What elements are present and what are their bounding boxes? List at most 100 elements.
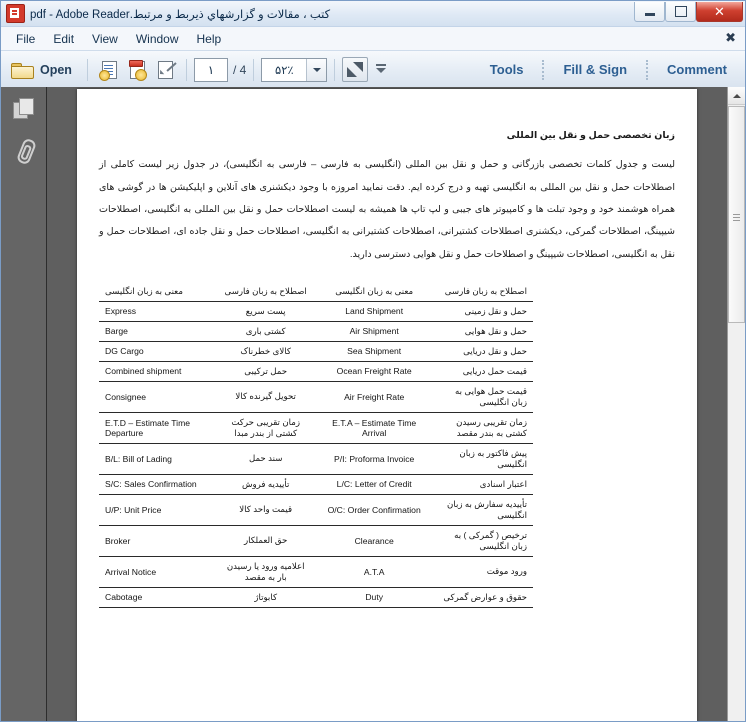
- table-row: ترخیص ( گمرکی ) به زبان انگلیسی Clearance…: [99, 524, 533, 557]
- cell-en-meaning-1: Combined shipment: [99, 360, 216, 382]
- cell-fa-term-2: قیمت حمل دریایی: [432, 360, 533, 382]
- header-en-meaning-2: معنی به زبان انگلیسی: [316, 281, 433, 302]
- table-header-row: اصطلاح به زبان فارسی معنی به زبان انگلیس…: [99, 281, 533, 302]
- table-row: تأییدیه سفارش به زبان انگلیسی O/C: Order …: [99, 493, 533, 526]
- menu-help[interactable]: Help: [188, 30, 231, 48]
- comment-button[interactable]: Comment: [657, 62, 737, 77]
- cell-en-meaning-1: E.T.D – Estimate Time Departure: [99, 411, 216, 444]
- cell-en-meaning-2: P/I: Proforma Invoice: [316, 442, 433, 475]
- zoom-value[interactable]: ۵۲٪: [262, 59, 306, 81]
- open-label: Open: [40, 62, 72, 77]
- menu-view[interactable]: View: [83, 30, 127, 48]
- close-document-icon[interactable]: ✖: [725, 30, 736, 46]
- toolbar-divider-3: [253, 58, 255, 81]
- pdf-page: زبان تخصصی حمل و نقل بین المللی لیست و ج…: [77, 89, 697, 721]
- close-button[interactable]: ✕: [696, 2, 743, 22]
- zoom-dropdown-button[interactable]: [306, 58, 327, 81]
- cell-fa-term-2: حمل و نقل زمینی: [432, 300, 533, 322]
- export-pdf-icon[interactable]: [125, 59, 149, 81]
- menu-edit[interactable]: Edit: [44, 30, 83, 48]
- cell-en-meaning-2: Air Shipment: [316, 320, 433, 342]
- folder-icon: [11, 61, 34, 79]
- open-button[interactable]: Open: [9, 59, 80, 80]
- document-paragraph: لیست و جدول کلمات تخصصی بازرگانی و حمل و…: [99, 159, 675, 260]
- menu-window[interactable]: Window: [127, 30, 188, 48]
- tools-button[interactable]: Tools: [480, 62, 534, 77]
- header-en-meaning-1: معنی به زبان انگلیسی: [99, 281, 216, 302]
- cell-en-meaning-2: Sea Shipment: [316, 340, 433, 362]
- table-row: قیمت حمل هوایی به زبان انگلیسی Air Freigh…: [99, 380, 533, 413]
- adobe-reader-window: کتب ، مقالات و گزارشهاي ذيربط و مرتبط.pd…: [0, 0, 746, 722]
- toolbar: Open ۱ / 4 ۵۲٪ Tools Fill & Sign Comment: [1, 51, 745, 89]
- cell-en-meaning-1: Barge: [99, 320, 216, 342]
- vertical-scrollbar[interactable]: [727, 87, 745, 721]
- page-thumbnails-icon[interactable]: [12, 97, 36, 121]
- toolbar-divider-2: [185, 58, 187, 81]
- table-body: حمل و نقل زمینی Land Shipment پست سریع Expr…: [99, 300, 533, 608]
- create-pdf-icon[interactable]: [97, 59, 121, 81]
- cell-fa-term-2: ورود موقت: [432, 555, 533, 588]
- cell-en-meaning-1: U/P: Unit Price: [99, 493, 216, 526]
- document-viewport[interactable]: زبان تخصصی حمل و نقل بین المللی لیست و ج…: [47, 87, 727, 721]
- table-row: حمل و نقل هوایی Air Shipment کشتی باری Barg…: [99, 320, 533, 342]
- toolbar-divider: [86, 58, 88, 81]
- zoom-control[interactable]: ۵۲٪: [261, 57, 328, 82]
- chevron-down-icon: [312, 67, 321, 76]
- toolbar-divider-4: [334, 58, 336, 81]
- restore-button[interactable]: [665, 2, 696, 22]
- edit-pdf-icon[interactable]: [153, 59, 177, 81]
- title-bar: کتب ، مقالات و گزارشهاي ذيربط و مرتبط.pd…: [1, 1, 745, 27]
- table-row: قیمت حمل دریایی Ocean Freight Rate حمل ترک…: [99, 360, 533, 382]
- page-content: زبان تخصصی حمل و نقل بین المللی لیست و ج…: [77, 89, 697, 608]
- cell-fa-term-2: زمان تقریبی رسیدن کشتی به بندر مقصد: [432, 411, 533, 444]
- cell-fa-term-1: سند حمل: [215, 442, 317, 475]
- window-title: کتب ، مقالات و گزارشهاي ذيربط و مرتبط.pd…: [30, 8, 331, 21]
- cell-fa-term-2: حمل و نقل دریایی: [432, 340, 533, 362]
- adobe-reader-icon: [6, 4, 25, 23]
- cell-fa-term-1: کشتی باری: [215, 320, 317, 342]
- scroll-thumb[interactable]: [728, 106, 745, 323]
- menu-file[interactable]: File: [7, 30, 44, 48]
- toolbar-right-group: Tools Fill & Sign Comment: [480, 59, 745, 80]
- cell-en-meaning-1: B/L: Bill of Lading: [99, 442, 216, 475]
- cell-fa-term-1: حق العملکار: [215, 524, 317, 557]
- fill-sign-button[interactable]: Fill & Sign: [553, 62, 637, 77]
- table-row: پیش فاکتور به زبان انگلیسی P/I: Proforma …: [99, 442, 533, 475]
- paperclip-attachments-icon[interactable]: [12, 137, 37, 166]
- cell-fa-term-1: تأییدیه فروش: [215, 473, 317, 495]
- cell-fa-term-1: کابوتاژ: [215, 586, 317, 608]
- scroll-up-arrow-icon: [732, 90, 741, 98]
- fit-page-button[interactable]: [342, 57, 369, 82]
- menu-bar: File Edit View Window Help ✖: [1, 27, 745, 51]
- page-total-label: / 4: [232, 62, 247, 77]
- close-icon: ✕: [714, 4, 725, 19]
- cell-en-meaning-2: O/C: Order Confirmation: [316, 493, 433, 526]
- glossary-table: اصطلاح به زبان فارسی معنی به زبان انگلیس…: [99, 281, 533, 608]
- table-row: حقوق و عوارض گمرکی Duty کابوتاژ Cabotage: [99, 586, 533, 608]
- cell-fa-term-2: پیش فاکتور به زبان انگلیسی: [432, 442, 533, 475]
- cell-en-meaning-2: Land Shipment: [316, 300, 433, 322]
- minimize-button[interactable]: [634, 2, 665, 22]
- cell-fa-term-1: قیمت واحد کالا: [215, 493, 317, 526]
- cell-fa-term-1: حمل ترکیبی: [215, 360, 317, 382]
- navigation-pane: [1, 87, 47, 721]
- restore-icon: [674, 6, 687, 17]
- work-area: زبان تخصصی حمل و نقل بین المللی لیست و ج…: [1, 87, 745, 721]
- scroll-up-button[interactable]: [728, 87, 745, 105]
- cell-fa-term-1: زمان تقریبی حرکت کشتی از بندر مبدا: [215, 411, 317, 444]
- header-fa-term-2: اصطلاح به زبان فارسی: [432, 281, 533, 302]
- page-number-input[interactable]: ۱: [193, 57, 228, 82]
- toolbar-dot-divider: [542, 59, 545, 80]
- toolbar-dot-divider-2: [646, 59, 649, 80]
- cell-en-meaning-1: Consignee: [99, 380, 216, 413]
- table-row: حمل و نقل دریایی Sea Shipment کالای خطرناک…: [99, 340, 533, 362]
- table-head: اصطلاح به زبان فارسی معنی به زبان انگلیس…: [99, 281, 533, 302]
- cell-fa-term-2: ترخیص ( گمرکی ) به زبان انگلیسی: [432, 524, 533, 557]
- cell-en-meaning-2: Air Freight Rate: [316, 380, 433, 413]
- cell-fa-term-1: پست سریع: [215, 300, 317, 322]
- cell-en-meaning-2: L/C: Letter of Credit: [316, 473, 433, 495]
- cell-en-meaning-1: Broker: [99, 524, 216, 557]
- scroll-thumb-grip-icon: [733, 214, 740, 215]
- view-options-caret-icon[interactable]: [376, 63, 387, 78]
- minimize-icon: [644, 13, 655, 16]
